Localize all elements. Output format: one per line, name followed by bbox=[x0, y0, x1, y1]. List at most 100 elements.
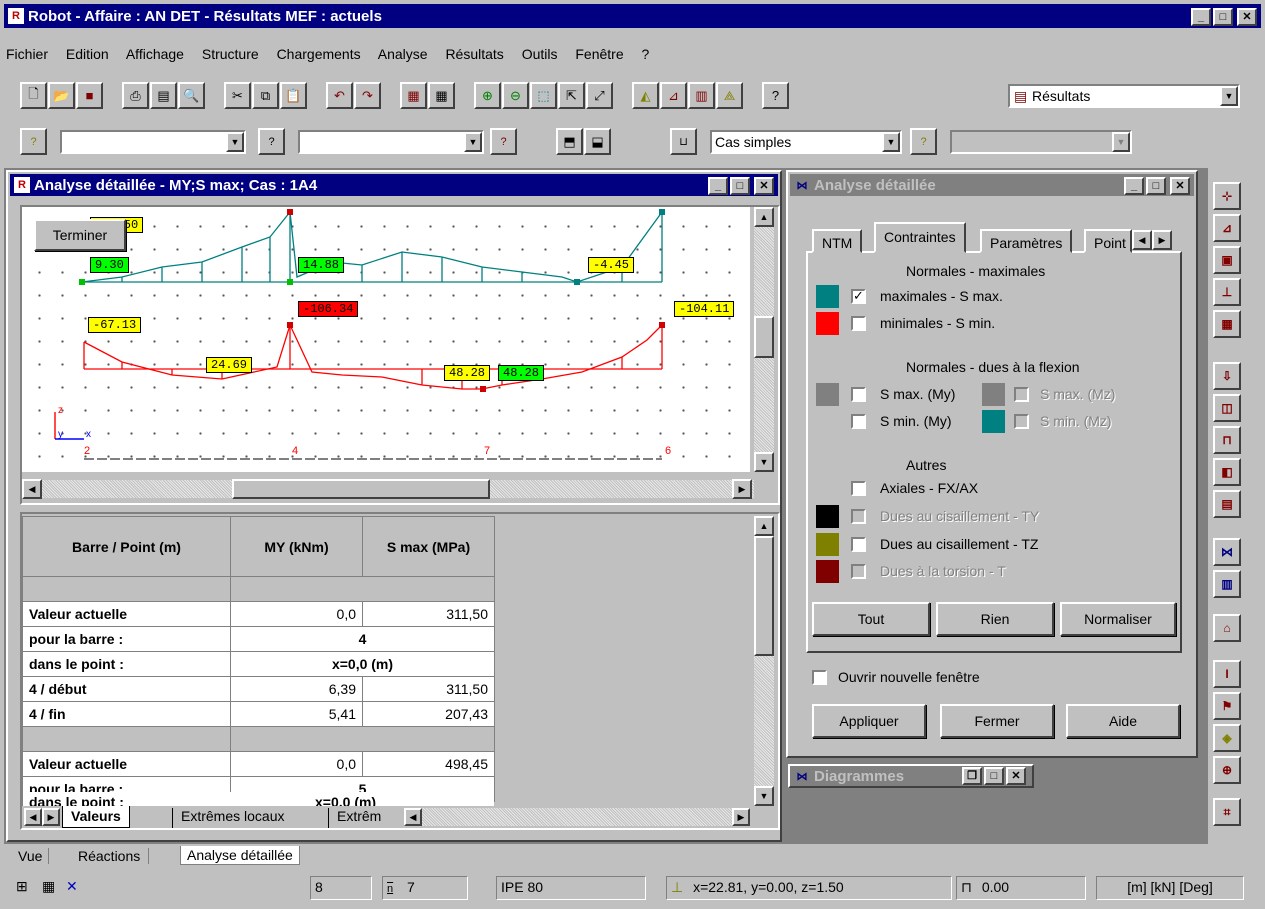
analysis-maximize-button[interactable]: □ bbox=[730, 177, 750, 195]
results-icon[interactable]: ▥ bbox=[688, 82, 715, 109]
paste-icon[interactable]: 📋 bbox=[280, 82, 307, 109]
component-combo-arrow-icon[interactable]: ▼ bbox=[1112, 132, 1130, 152]
save-icon[interactable]: ■ bbox=[76, 82, 103, 109]
redo-icon[interactable]: ↷ bbox=[354, 82, 381, 109]
table-edit-icon[interactable]: ▦ bbox=[428, 82, 455, 109]
col-header-bar-point[interactable]: Barre / Point (m) bbox=[22, 516, 231, 577]
apply-button[interactable]: Appliquer bbox=[812, 704, 926, 738]
table-hscroll[interactable] bbox=[422, 808, 732, 826]
panel-close-button[interactable]: ✕ bbox=[1170, 177, 1190, 195]
table-row[interactable]: pour la barre :4 bbox=[22, 626, 495, 652]
table-row[interactable] bbox=[22, 576, 495, 602]
menu-analyse[interactable]: Analyse bbox=[378, 46, 428, 62]
checkbox-smax-mz[interactable] bbox=[1014, 387, 1029, 402]
table-row[interactable] bbox=[22, 726, 495, 752]
scroll-right-icon[interactable]: ▶ bbox=[732, 479, 752, 499]
pan-icon[interactable]: ⤢ bbox=[586, 82, 613, 109]
new-file-icon[interactable]: 🗋 bbox=[20, 82, 47, 109]
minimize-button[interactable]: _ bbox=[1191, 8, 1211, 26]
tool-3d-icon[interactable]: ◈ bbox=[1213, 724, 1241, 752]
checkbox-smin[interactable] bbox=[851, 316, 866, 331]
view-tab-vue[interactable]: Vue bbox=[12, 848, 50, 864]
mode-combo[interactable]: ▤ Résultats ▼ bbox=[1008, 84, 1240, 108]
tool-steel-icon[interactable]: I bbox=[1213, 660, 1241, 688]
app-title-bar[interactable]: R Robot - Affaire : AN DET - Résultats M… bbox=[4, 4, 1261, 28]
tool-table-icon[interactable]: ▤ bbox=[1213, 490, 1241, 518]
scroll-left-icon[interactable]: ◀ bbox=[22, 479, 42, 499]
tab-scroll-left-icon[interactable]: ◀ bbox=[24, 808, 42, 826]
loads-icon[interactable]: ⊿ bbox=[660, 82, 687, 109]
tab-scroll-right-icon[interactable]: ▶ bbox=[1152, 230, 1172, 250]
all-button[interactable]: Tout bbox=[812, 602, 930, 636]
node-combo-arrow-icon[interactable]: ▼ bbox=[226, 132, 244, 152]
case-select-icon[interactable]: ⊔ bbox=[670, 128, 697, 155]
maximize-button[interactable]: □ bbox=[1213, 8, 1233, 26]
table-icon[interactable]: ▦ bbox=[400, 82, 427, 109]
checkbox-smin-my[interactable] bbox=[851, 414, 866, 429]
diagram-vscroll-thumb[interactable] bbox=[754, 316, 774, 358]
status-icon-cross[interactable]: ✕ bbox=[66, 878, 86, 896]
view-front-icon[interactable]: ⬒ bbox=[556, 128, 583, 155]
print-setup-icon[interactable]: ▤ bbox=[150, 82, 177, 109]
cut-icon[interactable]: ✂ bbox=[224, 82, 251, 109]
checkbox-new-window[interactable] bbox=[812, 670, 827, 685]
tab-scroll-left-icon[interactable]: ◀ bbox=[1132, 230, 1152, 250]
tool-results-icon[interactable]: ⋈ bbox=[1213, 538, 1241, 566]
status-icon-table[interactable]: ▦ bbox=[42, 878, 62, 896]
tool-wire-icon[interactable]: ⌗ bbox=[1213, 798, 1241, 826]
tool-frame-icon[interactable]: ◫ bbox=[1213, 394, 1241, 422]
tool-flag-icon[interactable]: ⚑ bbox=[1213, 692, 1241, 720]
diagrams-restore-button[interactable]: ❐ bbox=[962, 767, 982, 785]
view-tab-reactions[interactable]: Réactions bbox=[70, 848, 150, 864]
help-icon[interactable]: ? bbox=[762, 82, 789, 109]
tool-sections-icon[interactable]: ▣ bbox=[1213, 246, 1241, 274]
tool-stats-icon[interactable]: ▥ bbox=[1213, 570, 1241, 598]
tab-contraintes[interactable]: Contraintes bbox=[874, 222, 966, 253]
scroll-right-icon[interactable]: ▶ bbox=[732, 808, 750, 826]
scroll-up-icon[interactable]: ▲ bbox=[754, 516, 774, 536]
tab-valeurs[interactable]: Valeurs bbox=[62, 806, 130, 828]
tool-loads-icon[interactable]: ⇩ bbox=[1213, 362, 1241, 390]
panel-minimize-button[interactable]: _ bbox=[1124, 177, 1144, 195]
normalize-button[interactable]: Normaliser bbox=[1060, 602, 1176, 636]
tab-ntm[interactable]: NTM bbox=[812, 229, 863, 253]
checkbox-smax-my[interactable] bbox=[851, 387, 866, 402]
tool-members-icon[interactable]: ⊓ bbox=[1213, 426, 1241, 454]
table-row[interactable]: Valeur actuelle 0,0 311,50 bbox=[22, 601, 495, 627]
scroll-up-icon[interactable]: ▲ bbox=[754, 207, 774, 227]
design-icon[interactable]: ⟁ bbox=[716, 82, 743, 109]
tool-nodes-icon[interactable]: ⊹ bbox=[1213, 182, 1241, 210]
zoom-in-icon[interactable]: ⊕ bbox=[474, 82, 501, 109]
undo-icon[interactable]: ↶ bbox=[326, 82, 353, 109]
checkbox-smin-mz[interactable] bbox=[1014, 414, 1029, 429]
tool-diagram-icon[interactable]: ◧ bbox=[1213, 458, 1241, 486]
table-row[interactable]: 4 / début 6,39 311,50 bbox=[22, 676, 495, 702]
tab-extremes[interactable]: Extrêm bbox=[328, 808, 402, 828]
bar-combo[interactable]: ▼ bbox=[298, 130, 484, 154]
close-button[interactable]: ✕ bbox=[1237, 8, 1257, 26]
analysis-window-title-bar[interactable]: R Analyse détaillée - MY;S max; Cas : 1A… bbox=[10, 174, 778, 196]
case-combo-arrow-icon[interactable]: ▼ bbox=[882, 132, 900, 152]
menu-affichage[interactable]: Affichage bbox=[126, 46, 184, 62]
tool-bars-icon[interactable]: ⊿ bbox=[1213, 214, 1241, 242]
view-tab-analyse[interactable]: Analyse détaillée bbox=[180, 846, 300, 865]
case-combo[interactable]: Cas simples ▼ bbox=[710, 130, 902, 154]
component-select-icon[interactable]: ? bbox=[910, 128, 937, 155]
help-button[interactable]: Aide bbox=[1066, 704, 1180, 738]
table-row[interactable]: 4 / fin 5,41 207,43 bbox=[22, 701, 495, 727]
table-vscroll-thumb[interactable] bbox=[754, 536, 774, 656]
zoom-window-icon[interactable]: ⬚ bbox=[530, 82, 557, 109]
tab-point[interactable]: Point bbox=[1084, 229, 1132, 253]
menu-help[interactable]: ? bbox=[642, 46, 650, 62]
checkbox-shear-z[interactable] bbox=[851, 537, 866, 552]
checkbox-axial[interactable] bbox=[851, 481, 866, 496]
zoom-all-icon[interactable]: ⇱ bbox=[558, 82, 585, 109]
view-frame-icon[interactable]: ⬓ bbox=[584, 128, 611, 155]
tool-connect-icon[interactable]: ⊕ bbox=[1213, 756, 1241, 784]
component-combo[interactable]: ▼ bbox=[950, 130, 1132, 154]
tab-parametres[interactable]: Paramètres bbox=[980, 229, 1073, 253]
menu-structure[interactable]: Structure bbox=[202, 46, 259, 62]
table-row[interactable]: dans le point : x=0,0 (m) bbox=[22, 651, 495, 677]
tab-scroll-right-icon[interactable]: ▶ bbox=[42, 808, 60, 826]
col-header-my[interactable]: MY (kNm) bbox=[230, 516, 363, 577]
